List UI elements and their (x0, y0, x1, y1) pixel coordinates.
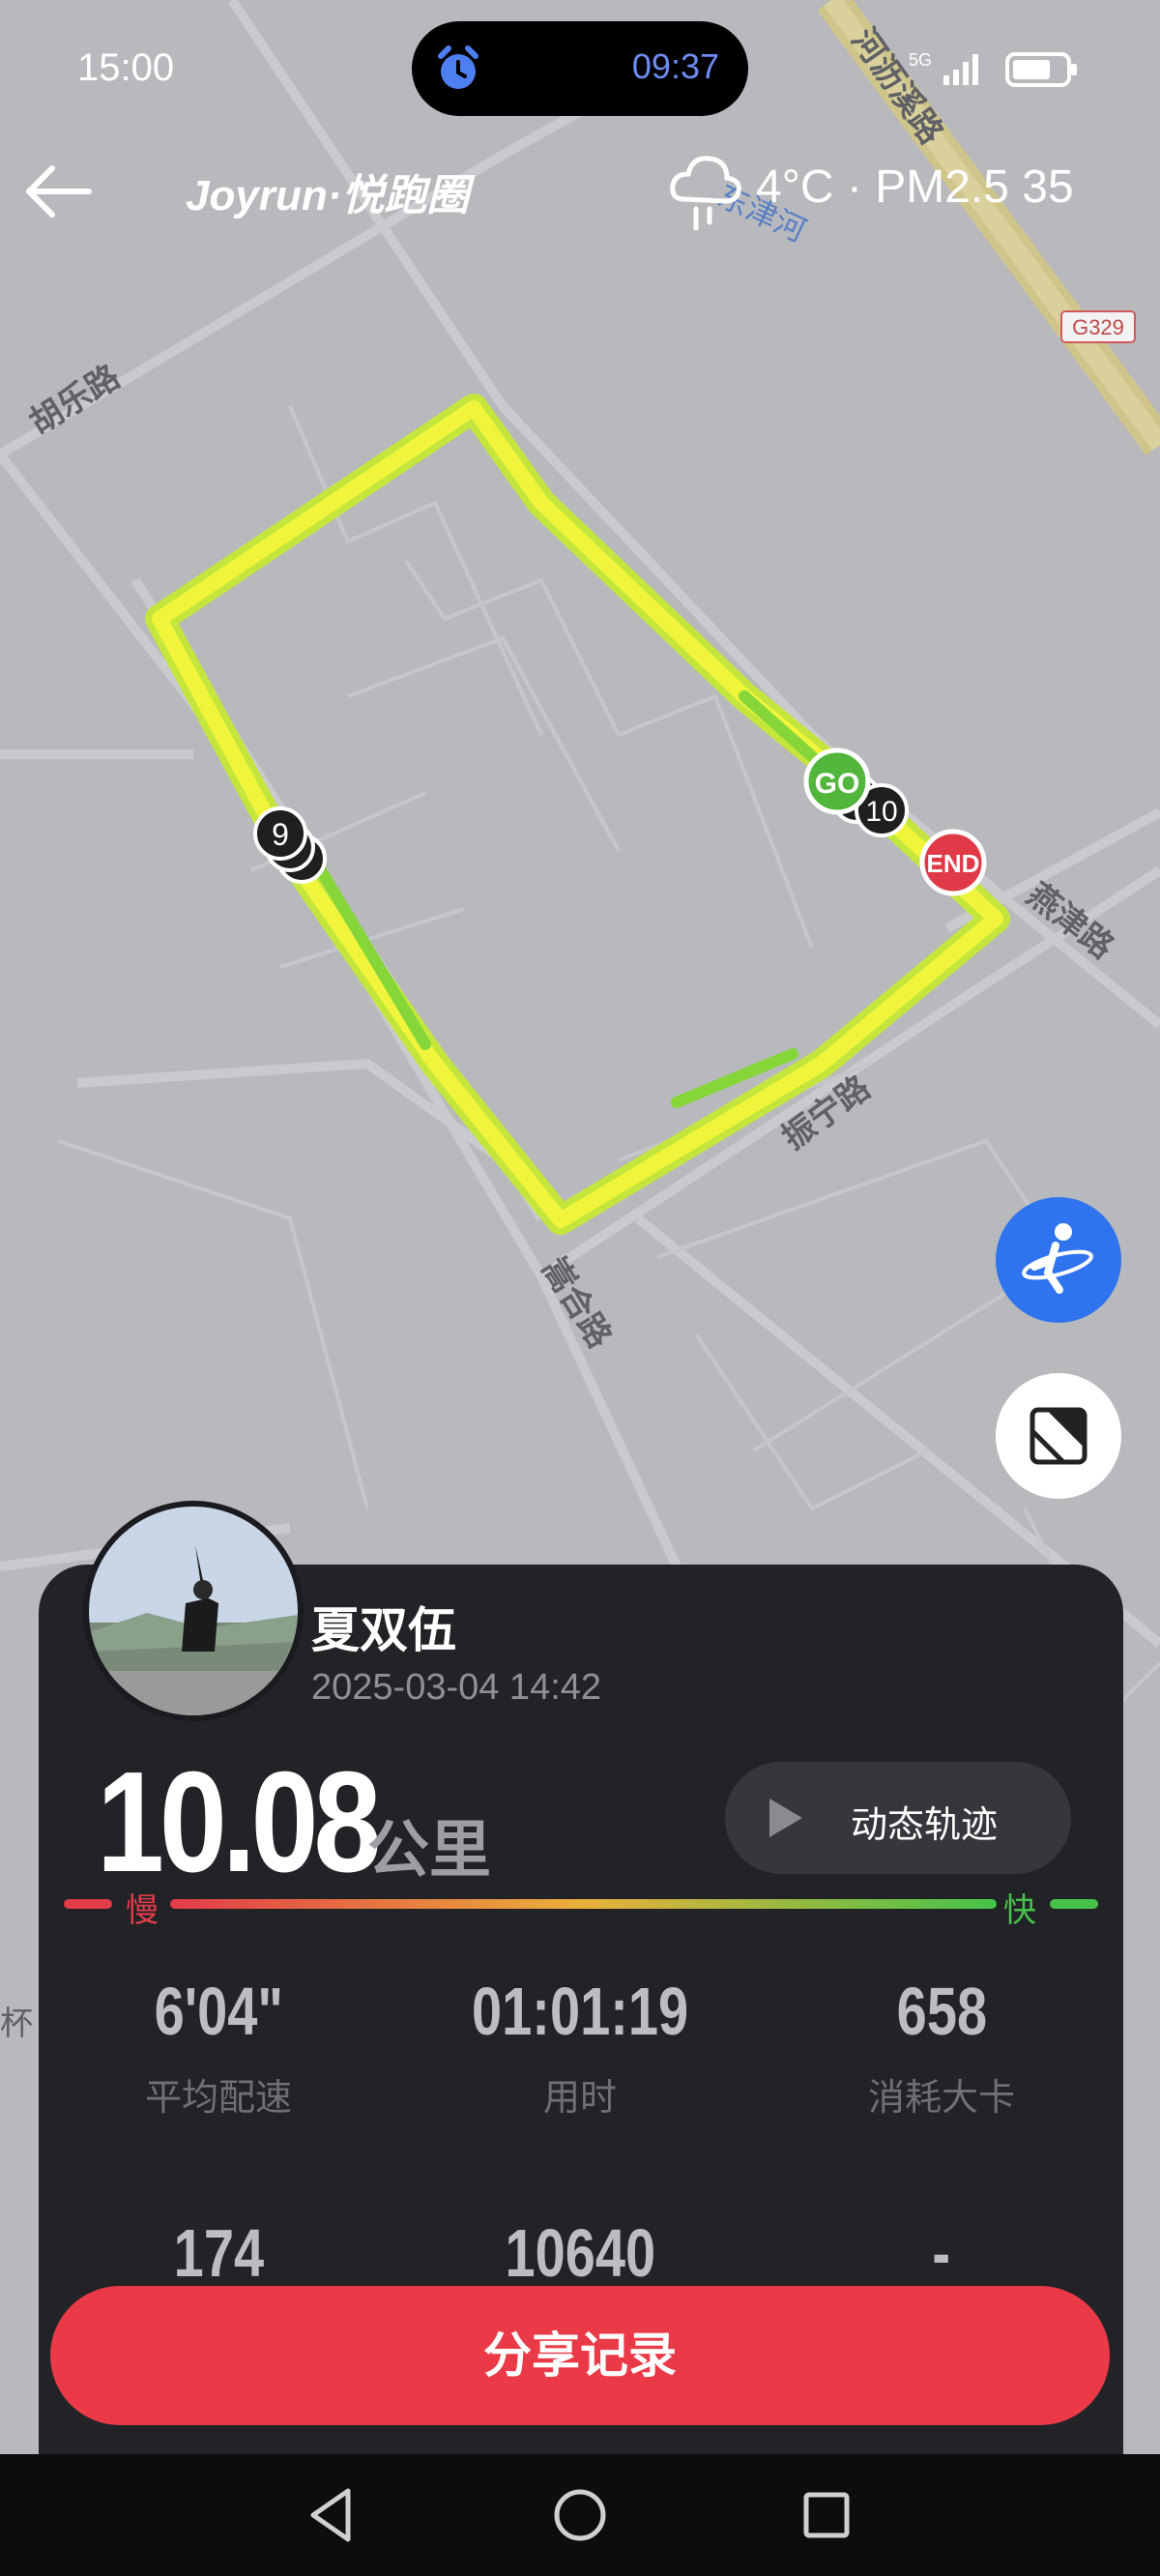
back-arrow-icon[interactable] (21, 153, 99, 230)
nav-recents-icon[interactable] (793, 2481, 860, 2549)
svg-text:END: END (927, 849, 980, 878)
stat-value: 6'04" (154, 1974, 283, 2049)
play-icon (769, 1799, 802, 1837)
stat-avg-pace: 6'04" 平均配速 (44, 1973, 392, 2121)
status-bar: 15:00 09:37 5G (0, 0, 1160, 145)
avatar[interactable] (89, 1507, 298, 1715)
pace-fast-label: 快 (1003, 1891, 1036, 1930)
map-layer-icon (1030, 1407, 1088, 1465)
svg-text:10: 10 (865, 796, 897, 828)
stat-cadence: 174 (44, 2214, 392, 2292)
road-label-partial: 杯 (0, 2005, 33, 2043)
map-style-button[interactable] (996, 1373, 1121, 1499)
user-name: 夏双伍 (311, 1602, 456, 1658)
stat-value: - (932, 2215, 951, 2291)
svg-text:9: 9 (272, 817, 289, 852)
stat-value: 01:01:19 (471, 1974, 689, 2049)
nav-back-icon[interactable] (300, 2481, 367, 2549)
stat-duration: 01:01:19 用时 (406, 1973, 754, 2121)
run-datetime: 2025-03-04 14:42 (311, 1667, 602, 1708)
stat-steps: 10640 (406, 2214, 754, 2292)
weather-text: 4°C · PM2.5 35 (756, 161, 1074, 213)
signal-icon (943, 54, 978, 85)
brand-logo: Joyrun·悦跑圈 (186, 172, 470, 220)
cloudy-icon (670, 156, 741, 231)
network-icon: 5G (909, 50, 932, 70)
dynamic-island[interactable]: 09:37 (412, 21, 748, 116)
distance-unit: 公里 (367, 1815, 491, 1887)
battery-icon (1005, 52, 1077, 87)
system-icons: 5G (909, 50, 1077, 87)
weather-info: 4°C · PM2.5 35 (667, 145, 1150, 242)
distance-value: 10.08 (97, 1742, 381, 1902)
stat-label: 用时 (542, 2076, 617, 2119)
stat-value: 174 (173, 2215, 264, 2291)
svg-text:GO: GO (815, 768, 860, 800)
alarm-icon (438, 45, 478, 89)
run-mode-button[interactable] (996, 1197, 1121, 1323)
share-record-button[interactable]: 分享记录 (50, 2286, 1110, 2425)
avatar-photo (89, 1507, 298, 1715)
stat-label: 消耗大卡 (867, 2076, 1015, 2119)
runner-icon (1022, 1223, 1093, 1294)
pace-legend-bar (64, 1899, 1098, 1909)
stat-value: 658 (896, 1974, 987, 2049)
track-replay-button[interactable]: 动态轨迹 (725, 1762, 1071, 1874)
stat-empty: - (768, 2214, 1116, 2292)
end-marker[interactable]: END (919, 829, 987, 896)
alarm-time: 09:37 (631, 46, 719, 86)
stat-label: 平均配速 (144, 2076, 292, 2119)
nav-home-icon[interactable] (546, 2481, 614, 2549)
top-bar: Joyrun·悦跑圈 4°C · PM2.5 35 (0, 145, 1160, 242)
highway-label: G329 (1072, 315, 1124, 339)
track-replay-label: 动态轨迹 (851, 1803, 999, 1846)
stat-value: 10640 (505, 2215, 655, 2291)
stat-calories: 658 消耗大卡 (768, 1973, 1116, 2121)
start-marker[interactable]: GO (803, 747, 871, 815)
clock: 15:00 (77, 46, 175, 89)
system-nav-bar (0, 2454, 1160, 2576)
pace-slow-label: 慢 (126, 1891, 159, 1930)
